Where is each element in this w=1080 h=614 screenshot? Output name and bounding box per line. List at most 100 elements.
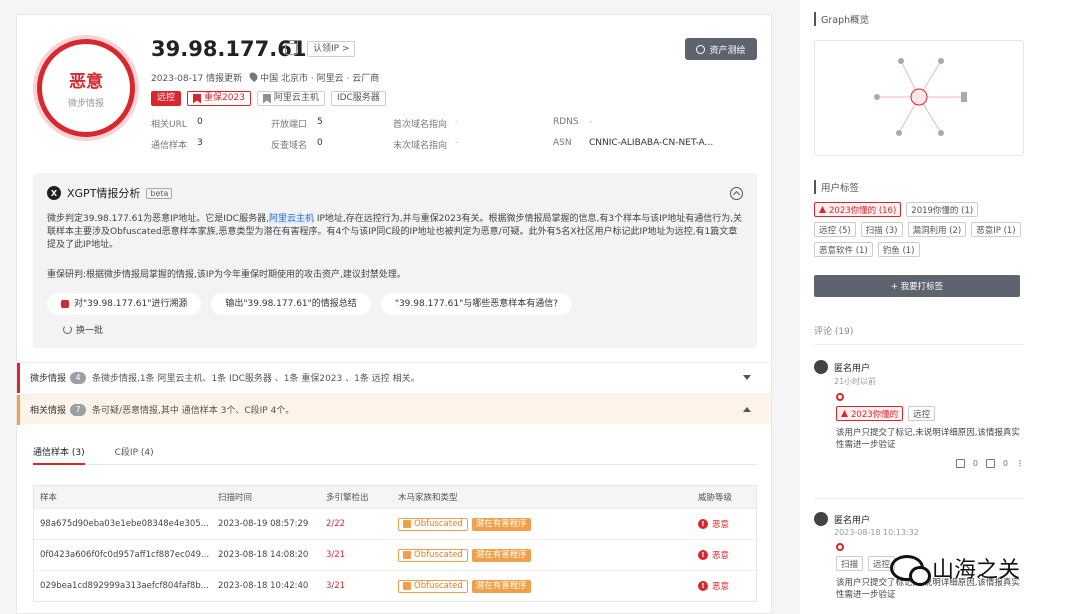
tag-remote-control[interactable]: 远控 xyxy=(151,91,182,106)
detection-ratio: 2/22 xyxy=(326,519,346,529)
tag-aliyun-host[interactable]: 阿里云主机 xyxy=(256,91,325,106)
user-level-icon xyxy=(836,393,844,401)
bookmark-icon xyxy=(262,93,271,104)
sample-hash[interactable]: 0f0423a606f0fc0d957aff1cf887ec049... xyxy=(40,550,218,560)
comment-tag[interactable]: 扫描 xyxy=(836,556,864,571)
type-tag: 潜在有害程序 xyxy=(471,579,531,593)
family-tags: Obfuscated 潜在有害程序 xyxy=(398,517,698,531)
warning-icon xyxy=(403,520,411,528)
graph-overview[interactable] xyxy=(814,40,1024,156)
comment-actions: 0 0 ⋮ xyxy=(814,459,1024,468)
comments-title: 评论 (19) xyxy=(814,327,854,337)
family-tag: Obfuscated xyxy=(398,517,468,531)
thumbs-up-icon[interactable] xyxy=(955,459,965,468)
user-tag[interactable]: 扫描 (3) xyxy=(860,222,903,237)
family-label: Obfuscated xyxy=(414,518,463,529)
asset-mapping-label: 资产测绘 xyxy=(709,45,746,56)
location-pin-icon xyxy=(248,70,260,83)
stat-value: CNNIC-ALIBABA-CN-NET-A... xyxy=(589,138,714,148)
suggest-label: 对"39.98.177.61"进行溯源 xyxy=(74,299,188,309)
warning-icon xyxy=(403,551,411,559)
tag-idc-server[interactable]: IDC服务器 xyxy=(330,91,386,106)
table-row[interactable]: 98a675d90eba03e1ebe08348e4e305... 2023-0… xyxy=(34,508,756,539)
user-tag[interactable]: 2019你懂的 (1) xyxy=(906,202,979,217)
stat-value[interactable]: 3 xyxy=(197,138,271,151)
stat-value: - xyxy=(455,117,459,127)
tag-hw2023[interactable]: 重保2023 xyxy=(187,91,251,106)
thumbs-down-icon[interactable] xyxy=(985,459,995,468)
sample-hash[interactable]: 029bea1cd892999a313aefcf804faf8b... xyxy=(40,581,218,591)
add-tag-button[interactable]: + 我要打标签 xyxy=(814,275,1020,297)
comment-username: 匿名用户 xyxy=(834,363,871,374)
user-tags: 2023你懂的 (16) 2019你懂的 (1) 远控 (5) 扫描 (3) 漏… xyxy=(814,202,1024,257)
chevron-down-icon[interactable] xyxy=(743,375,751,380)
avatar xyxy=(814,512,828,526)
comment-user: 匿名用户 xyxy=(814,360,1024,374)
refresh-suggestions[interactable]: 换一批 xyxy=(63,323,103,336)
threat-label: 恶意 xyxy=(712,551,730,561)
scan-time: 2023-08-19 08:57:29 xyxy=(218,519,309,529)
tab-c-segment[interactable]: C段IP (4) xyxy=(115,441,154,464)
asset-mapping-button[interactable]: 资产测绘 xyxy=(685,38,757,60)
threat-level: ! 恶意 xyxy=(698,549,764,561)
xgpt-hw-judgement: 重保研判:根据微步情报局掌握的情报,该IP为今年重保时期使用的攻击资产,建议封禁… xyxy=(47,270,406,280)
stat-value[interactable]: 0 xyxy=(197,117,271,130)
user-tag[interactable]: 远控 (5) xyxy=(814,222,856,237)
ip-address-title: 39.98.177.61 xyxy=(151,37,307,61)
graph-node xyxy=(898,58,904,64)
comment: 匿名用户 21小时以前 2023你懂的 远控 该用户只提交了标记,未说明详细原因… xyxy=(814,360,1024,468)
location: 中国 北京市 · 阿里云 · 云厂商 xyxy=(248,70,379,84)
col-scan-time: 扫描时间 xyxy=(218,493,253,503)
wechat-icon xyxy=(890,555,931,586)
collapse-icon[interactable] xyxy=(730,187,743,200)
user-tag[interactable]: 2023你懂的 (16) xyxy=(814,202,902,217)
alert-icon: ! xyxy=(698,581,708,591)
comment-tag[interactable]: 2023你懂的 xyxy=(836,406,904,421)
graph-node xyxy=(874,94,880,100)
stat-key: 末次域名指向 xyxy=(393,141,448,151)
radar-icon xyxy=(696,44,706,54)
stat-key: 反查域名 xyxy=(271,141,308,151)
suggested-questions: 对"39.98.177.61"进行溯源 输出"39.98.177.61"的情报总… xyxy=(47,293,572,315)
section-threatbook-intel[interactable]: 微步情报 4 条微步情报,1条 阿里云主机、1条 IDC服务器 、1条 重保20… xyxy=(17,362,771,393)
type-tag: 潜在有害程序 xyxy=(471,517,531,531)
samples-table: 样本 扫描时间 多引擎检出 木马家族和类型 威胁等级 98a675d90eba0… xyxy=(33,485,757,602)
refresh-label: 换一批 xyxy=(76,326,104,336)
update-date: 2023-08-17 情报更新 xyxy=(151,74,243,84)
user-tag[interactable]: 钓鱼 (1) xyxy=(877,242,920,257)
copy-icon[interactable] xyxy=(285,40,298,55)
section-related-intel[interactable]: 相关情报 7 条可疑/恶意情报,其中 通信样本 3个、C段IP 4个。 xyxy=(17,394,771,425)
tab-comm-samples[interactable]: 通信样本 (3) xyxy=(33,441,85,465)
divider xyxy=(814,498,1024,499)
ip-tags: 远控 重保2023 阿里云主机 IDC服务器 xyxy=(151,91,386,106)
stat-value[interactable]: 0 xyxy=(317,138,393,151)
user-tag[interactable]: 恶意IP (1) xyxy=(971,222,1021,237)
user-tag-label: 2023你懂的 (16) xyxy=(829,205,897,216)
claim-ip-button[interactable]: 认领IP > xyxy=(307,41,356,57)
trace-icon xyxy=(61,300,69,308)
user-tag[interactable]: 恶意软件 (1) xyxy=(814,242,873,257)
section-text: 条可疑/恶意情报,其中 通信样本 3个、C段IP 4个。 xyxy=(92,406,295,416)
related-tabs: 通信样本 (3) C段IP (4) xyxy=(33,441,757,465)
detection-ratio: 3/21 xyxy=(326,550,346,560)
suggest-summary-button[interactable]: 输出"39.98.177.61"的情报总结 xyxy=(211,293,371,315)
graph-svg xyxy=(874,58,967,136)
col-threat-level: 威胁等级 xyxy=(698,493,733,503)
watermark-text: 山海之关 xyxy=(932,558,1021,583)
xgpt-summary: 微步判定39.98.177.61为恶意IP地址。它是IDC服务器,阿里云主机 I… xyxy=(47,213,745,252)
col-detection: 多引擎检出 xyxy=(326,493,369,503)
graph-center-node xyxy=(910,88,928,106)
more-icon[interactable]: ⋮ xyxy=(1016,459,1024,468)
stat-value[interactable]: 5 xyxy=(317,117,393,130)
suggest-samples-button[interactable]: "39.98.177.61"与哪些恶意样本有通信? xyxy=(380,293,572,315)
user-tag[interactable]: 漏洞利用 (2) xyxy=(907,222,967,237)
suggest-trace-button[interactable]: 对"39.98.177.61"进行溯源 xyxy=(47,293,202,315)
xgpt-logo-icon: X xyxy=(47,186,61,200)
summary-link[interactable]: 阿里云主机 xyxy=(268,214,314,224)
sample-hash[interactable]: 98a675d90eba03e1ebe08348e4e305... xyxy=(40,519,218,529)
chevron-up-icon[interactable] xyxy=(743,407,751,412)
comment-tag[interactable]: 远控 xyxy=(908,406,936,421)
table-row[interactable]: 029bea1cd892999a313aefcf804faf8b... 2023… xyxy=(34,570,756,601)
xgpt-analysis-panel: X XGPT情报分析 beta 微步判定39.98.177.61为恶意IP地址。… xyxy=(33,173,757,348)
table-row[interactable]: 0f0423a606f0fc0d957aff1cf887ec049... 202… xyxy=(34,539,756,570)
